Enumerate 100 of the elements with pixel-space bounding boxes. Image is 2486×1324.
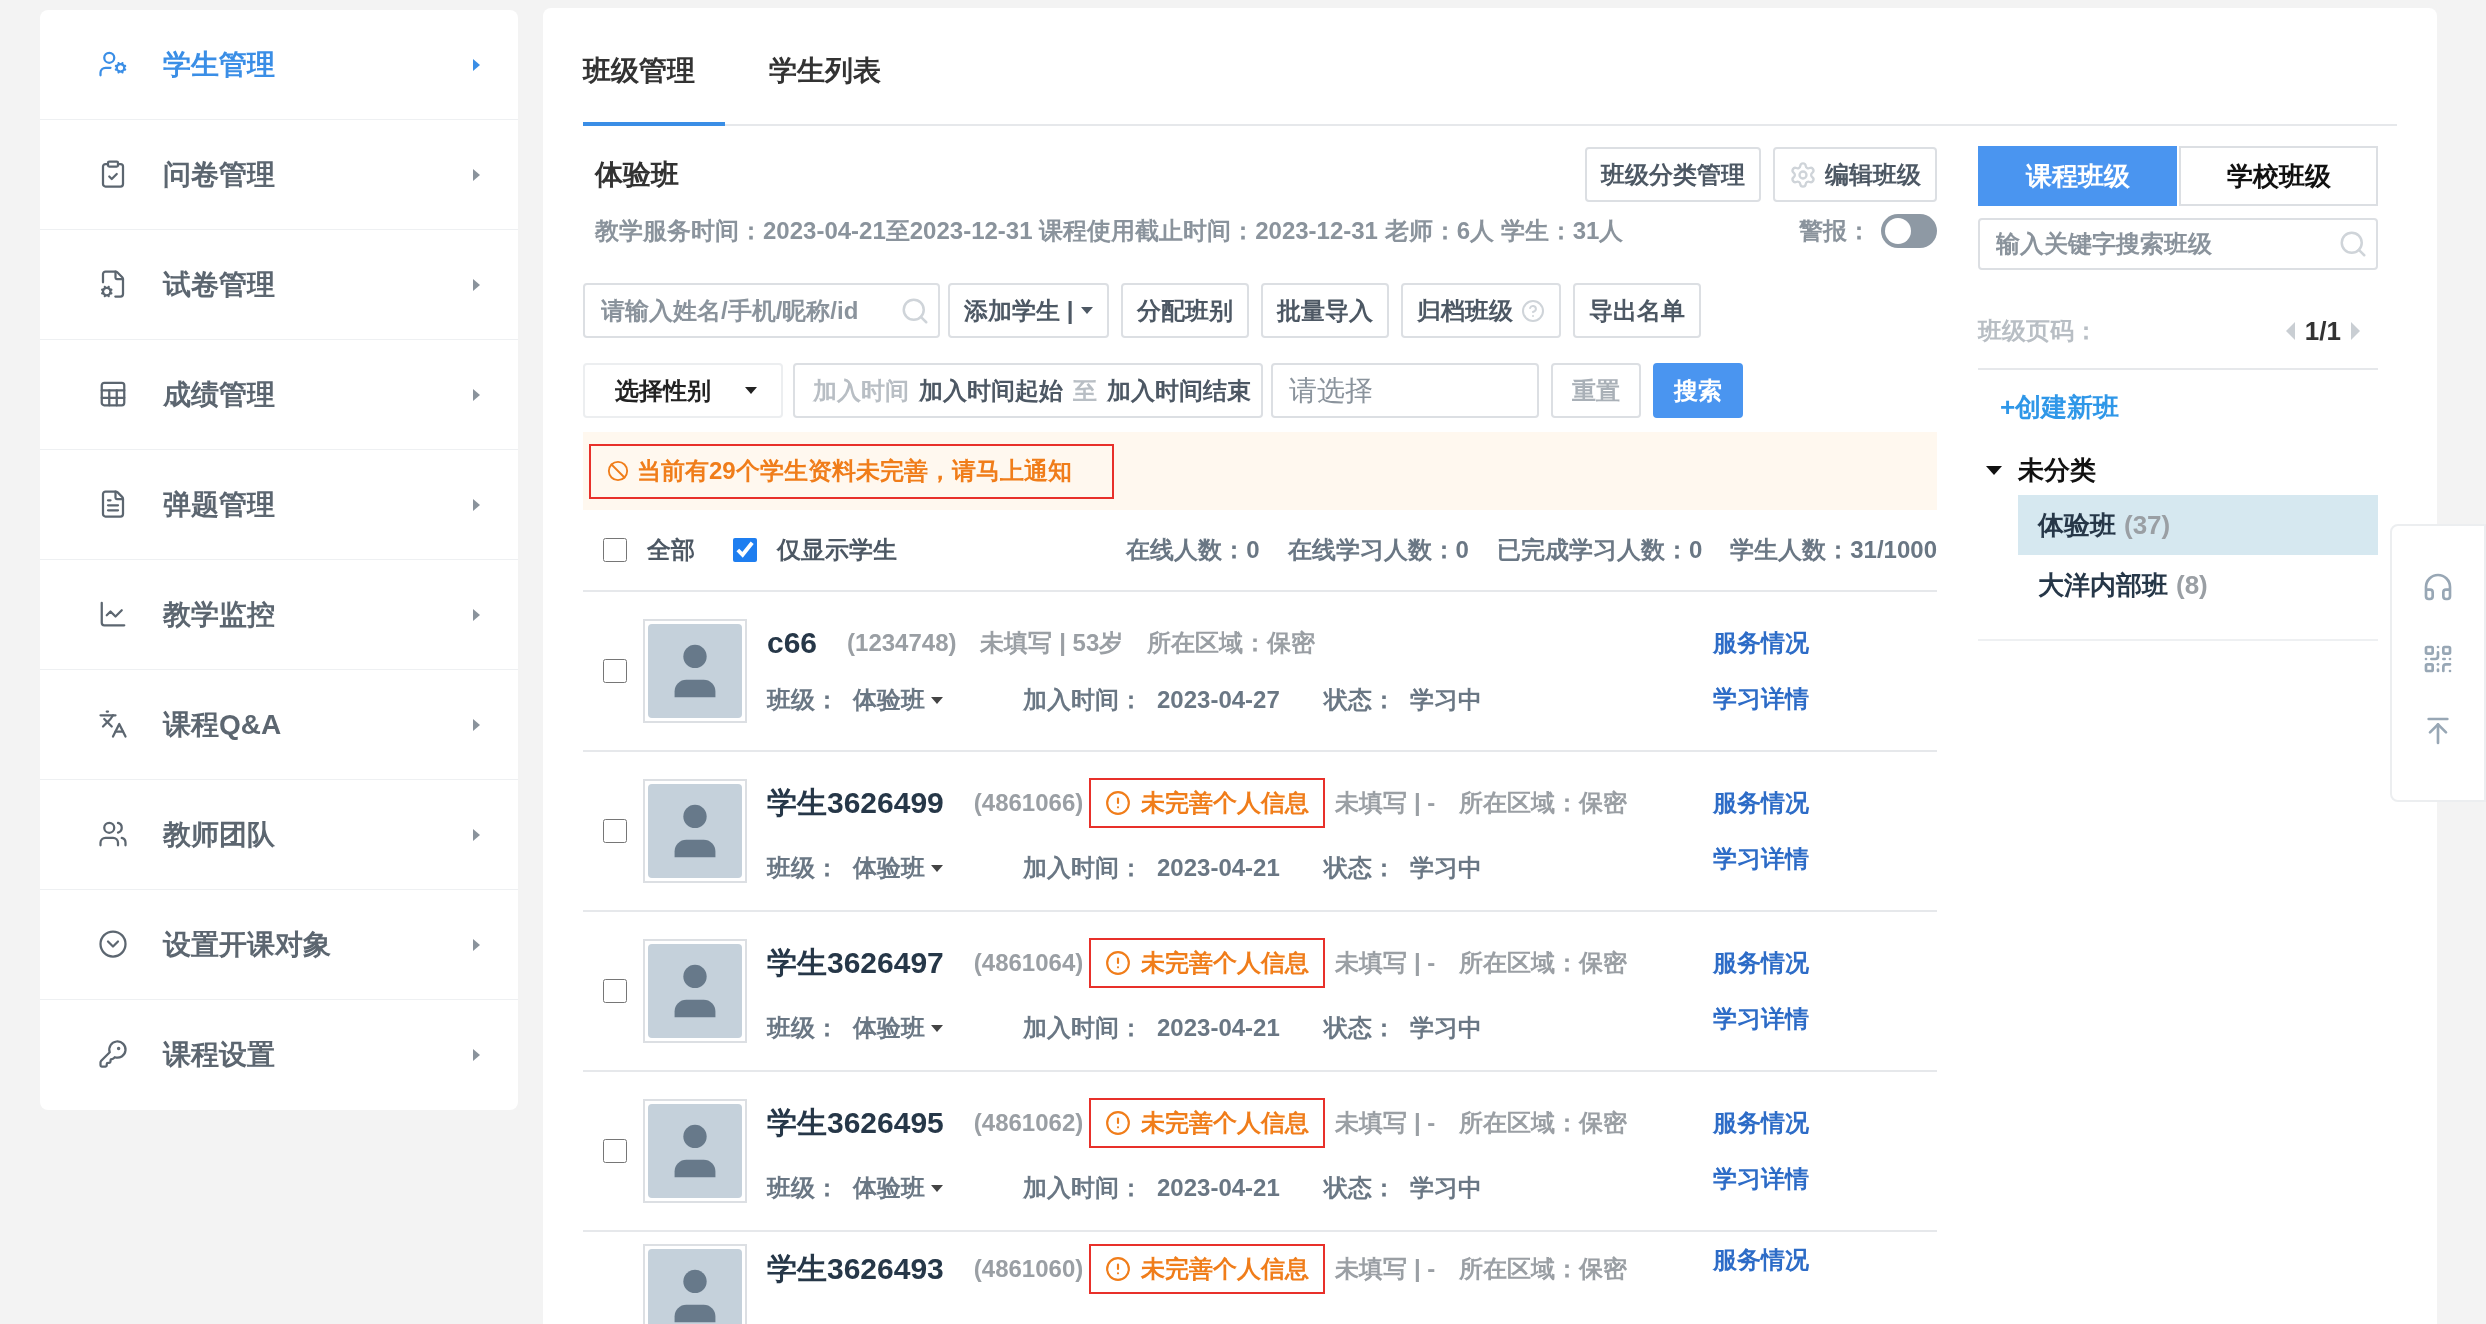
student-info: 未填写 | - [1335,1254,1436,1284]
tab[interactable]: 班级管理 [583,52,725,126]
caret-icon [473,168,480,181]
menu-item-icon [98,928,130,961]
class-label: 班级： [767,853,839,883]
warning-icon [1105,790,1132,816]
join-date: 2023-04-27 [1157,686,1280,714]
sidebar-item[interactable]: 课程Q&A [40,670,518,780]
status-value: 学习中 [1409,1013,1482,1043]
toolbar-button[interactable]: 导出名单 [1573,283,1702,338]
sidebar-item[interactable]: 教学监控 [40,560,518,670]
status-label: 状态： [1323,853,1396,883]
class-dropdown[interactable]: 体验班 [853,1172,943,1204]
only-students-checkbox[interactable] [733,538,757,562]
student-id: (4861066) [973,789,1084,817]
join-label: 加入时间： [1023,685,1143,715]
sidebar-item[interactable]: 学生管理 [40,10,518,120]
join-date: 2023-04-21 [1157,1174,1280,1202]
page-number: 1/1 [2304,315,2341,347]
class-search-field[interactable]: 输入关键字搜索班级 [1978,218,2378,270]
toolbar-button[interactable]: 批量导入 [1261,283,1390,338]
caret-icon [473,388,480,401]
class-type-tab[interactable]: 课程班级 [1978,146,2177,206]
join-date-range[interactable]: 加入时间 加入时间起始 至 加入时间结束 [793,363,1263,418]
toolbar-button[interactable]: 添加学生 | [948,283,1110,338]
sidebar-item[interactable]: 成绩管理 [40,340,518,450]
sidebar-item-label: 课程Q&A [163,707,283,742]
gender-select[interactable]: 选择性别 [583,363,783,418]
alert-text: 当前有29个学生资料未完善，请马上通知 [637,456,1072,486]
sidebar-item[interactable]: 课程设置 [40,1000,518,1110]
caret-icon [1081,307,1094,314]
sidebar-item-label: 问卷管理 [163,157,276,192]
class-tree-item[interactable]: 大洋内部班 (8) [2018,555,2378,615]
row-checkbox[interactable] [603,979,627,1003]
warning-icon [1105,950,1132,976]
toolbar-button[interactable]: 归档班级 [1401,283,1562,338]
expand-icon[interactable] [1986,465,2002,475]
sidebar-item[interactable]: 问卷管理 [40,120,518,230]
row-checkbox[interactable] [603,659,627,683]
incomplete-info-badge: 未完善个人信息 [1089,1244,1326,1294]
class-dropdown[interactable]: 体验班 [853,684,943,716]
menu-item-icon [98,1039,130,1071]
caret-icon [473,718,480,731]
student-link[interactable]: 服务情况 [1713,627,1809,659]
student-name: 学生3626499 [767,784,944,821]
student-info: 未填写 | 53岁 [980,628,1124,658]
sidebar-item-label: 教师团队 [163,817,276,852]
student-id: (4861062) [973,1109,1084,1137]
caret-icon [931,864,943,872]
sidebar-item[interactable]: 教师团队 [40,780,518,890]
sidebar-item-label: 设置开课对象 [163,927,332,962]
student-link[interactable]: 学习详情 [1713,683,1809,715]
student-link[interactable]: 学习详情 [1713,843,1809,875]
student-id: (4861060) [973,1255,1084,1283]
row-checkbox[interactable] [603,819,627,843]
student-link[interactable]: 服务情况 [1713,1107,1809,1139]
incomplete-info-badge: 未完善个人信息 [1089,938,1326,988]
student-link[interactable]: 服务情况 [1713,947,1809,979]
student-link[interactable]: 学习详情 [1713,1003,1809,1035]
sidebar-item-label: 试卷管理 [163,267,276,302]
qr-code-icon[interactable] [2422,643,2454,675]
sidebar-item[interactable]: 弹题管理 [40,450,518,560]
caret-icon [745,387,757,394]
gear-icon [1789,160,1817,189]
edit-class-button[interactable]: 编辑班级 [1773,147,1937,202]
sidebar-item[interactable]: 试卷管理 [40,230,518,340]
join-label: 加入时间： [1023,1173,1143,1203]
toolbar-button[interactable]: 分配班别 [1121,283,1250,338]
warning-icon [1105,1110,1132,1136]
search-button[interactable]: 搜索 [1653,363,1743,418]
incomplete-info-badge: 未完善个人信息 [1089,778,1326,828]
status-label: 状态： [1323,685,1396,715]
student-name: c66 [767,626,818,660]
create-class-link[interactable]: +创建新班 [2000,390,2378,425]
caret-icon [473,608,480,621]
caret-icon [931,1184,943,1192]
student-id: (4861064) [973,949,1084,977]
headset-icon[interactable] [2422,571,2454,603]
alarm-toggle[interactable] [1881,214,1937,248]
tab[interactable]: 学生列表 [769,52,881,126]
select-all-checkbox[interactable] [603,538,627,562]
class-category-button[interactable]: 班级分类管理 [1585,147,1761,202]
sidebar-item[interactable]: 设置开课对象 [40,890,518,1000]
class-tree-item[interactable]: 体验班 (37) [2018,495,2378,555]
help-icon [1521,298,1546,323]
class-dropdown[interactable]: 体验班 [853,852,943,884]
stat-text: 在线学习人数：0 [1287,535,1469,565]
join-date: 2023-04-21 [1157,854,1280,882]
student-link[interactable]: 服务情况 [1713,1244,1809,1276]
select-field[interactable]: 请选择 [1271,363,1539,418]
caret-icon [473,938,480,951]
class-type-tab[interactable]: 学校班级 [2179,146,2378,206]
class-dropdown[interactable]: 体验班 [853,1012,943,1044]
student-link[interactable]: 学习详情 [1713,1163,1809,1195]
caret-icon [473,828,480,841]
stat-text: 已完成学习人数：0 [1496,535,1703,565]
student-link[interactable]: 服务情况 [1713,787,1809,819]
student-search-field[interactable]: 请输入姓名/手机/昵称/id [583,283,940,338]
sidebar-item-label: 成绩管理 [163,377,276,412]
row-checkbox[interactable] [603,1139,627,1163]
